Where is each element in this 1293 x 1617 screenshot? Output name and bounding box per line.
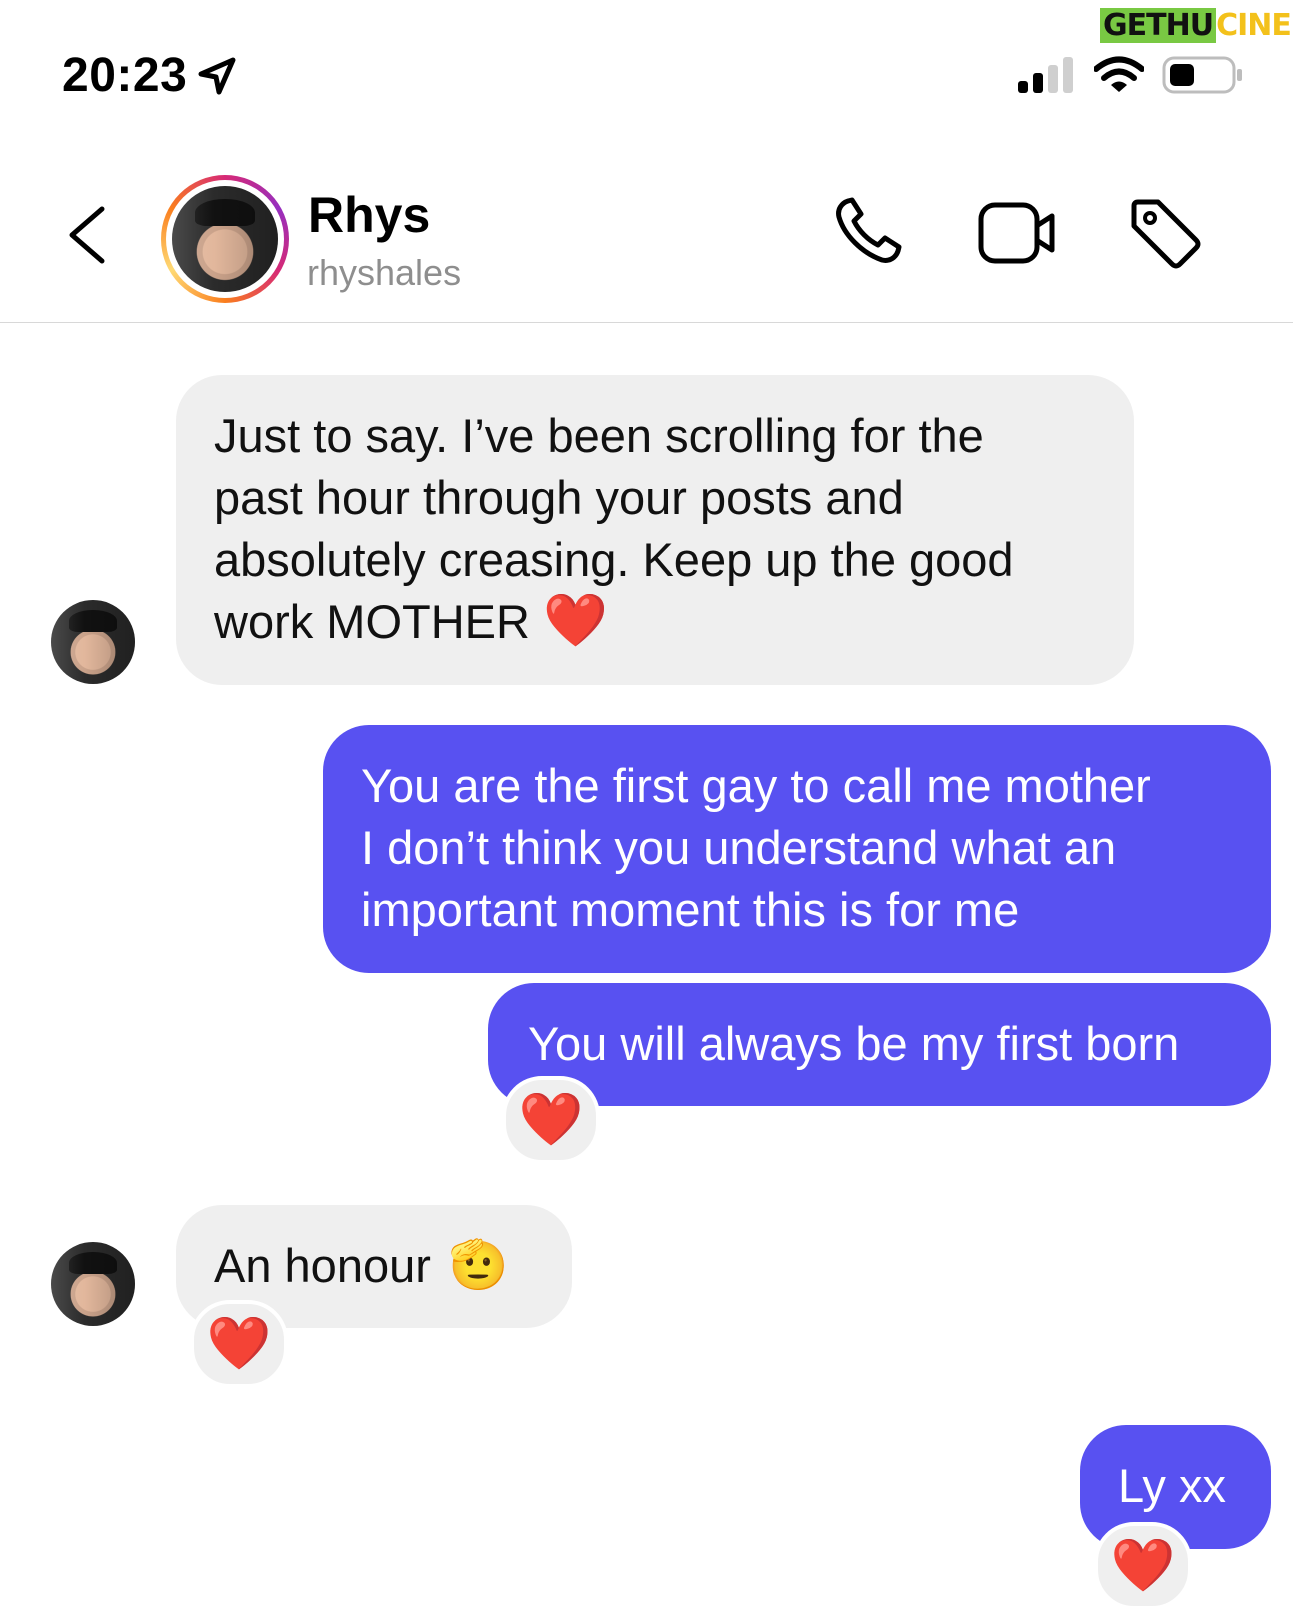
message-line-with-emoji: work MOTHER ❤️ [214,591,1098,653]
message-bubble[interactable]: You are the first gay to call me mother … [323,725,1271,973]
status-time: 20:23 [62,48,237,103]
message-line: important moment this is for me [361,883,1020,936]
sender-avatar[interactable] [51,600,135,684]
watermark-logo: GETHU CINEMA [1100,2,1293,48]
message-line: Just to say. I’ve been scrolling for the [214,409,984,462]
back-chevron-icon[interactable] [64,205,110,265]
reaction-badge[interactable]: ❤️ [1094,1522,1192,1610]
profile-avatar[interactable] [161,175,289,303]
status-indicators [1016,56,1244,94]
phone-icon[interactable] [832,195,904,267]
message-bubble[interactable]: Just to say. I’ve been scrolling for the… [176,375,1134,685]
message-line: You will always be my first born [528,1017,1180,1070]
contact-username[interactable]: rhyshales [307,252,461,294]
sender-avatar[interactable] [51,1242,135,1326]
video-camera-icon[interactable] [978,200,1058,266]
message-line: An honour [214,1239,431,1292]
heart-emoji: ❤️ [543,592,608,650]
message-line: work MOTHER [214,595,530,648]
wifi-icon [1094,56,1144,92]
reaction-badge[interactable]: ❤️ [502,1076,600,1164]
message-line: absolutely creasing. Keep up the good [214,533,1014,586]
reaction-badge[interactable]: ❤️ [190,1300,288,1388]
contact-name[interactable]: Rhys [308,186,430,244]
cellular-signal-icon [1018,57,1073,93]
saluting-face-emoji: 🫡 [448,1239,509,1292]
message-line: You are the first gay to call me mother [361,759,1151,812]
location-arrow-icon [198,57,236,94]
message-line: past hour through your posts and [214,471,904,524]
avatar-photo [172,186,278,292]
message-line: I don’t think you understand what an [361,821,1117,874]
watermark-part1: GETHU [1100,7,1217,43]
heart-reaction-icon: ❤️ [518,1091,584,1149]
tag-icon[interactable] [1128,196,1204,272]
message-bubble[interactable]: You will always be my first born [488,983,1271,1106]
heart-reaction-icon: ❤️ [1110,1537,1176,1595]
heart-reaction-icon: ❤️ [206,1315,272,1373]
watermark-part2: CINEMA [1216,7,1293,43]
battery-icon [1162,56,1242,94]
status-time-text: 20:23 [62,49,188,102]
message-line: Ly xx [1118,1459,1226,1512]
